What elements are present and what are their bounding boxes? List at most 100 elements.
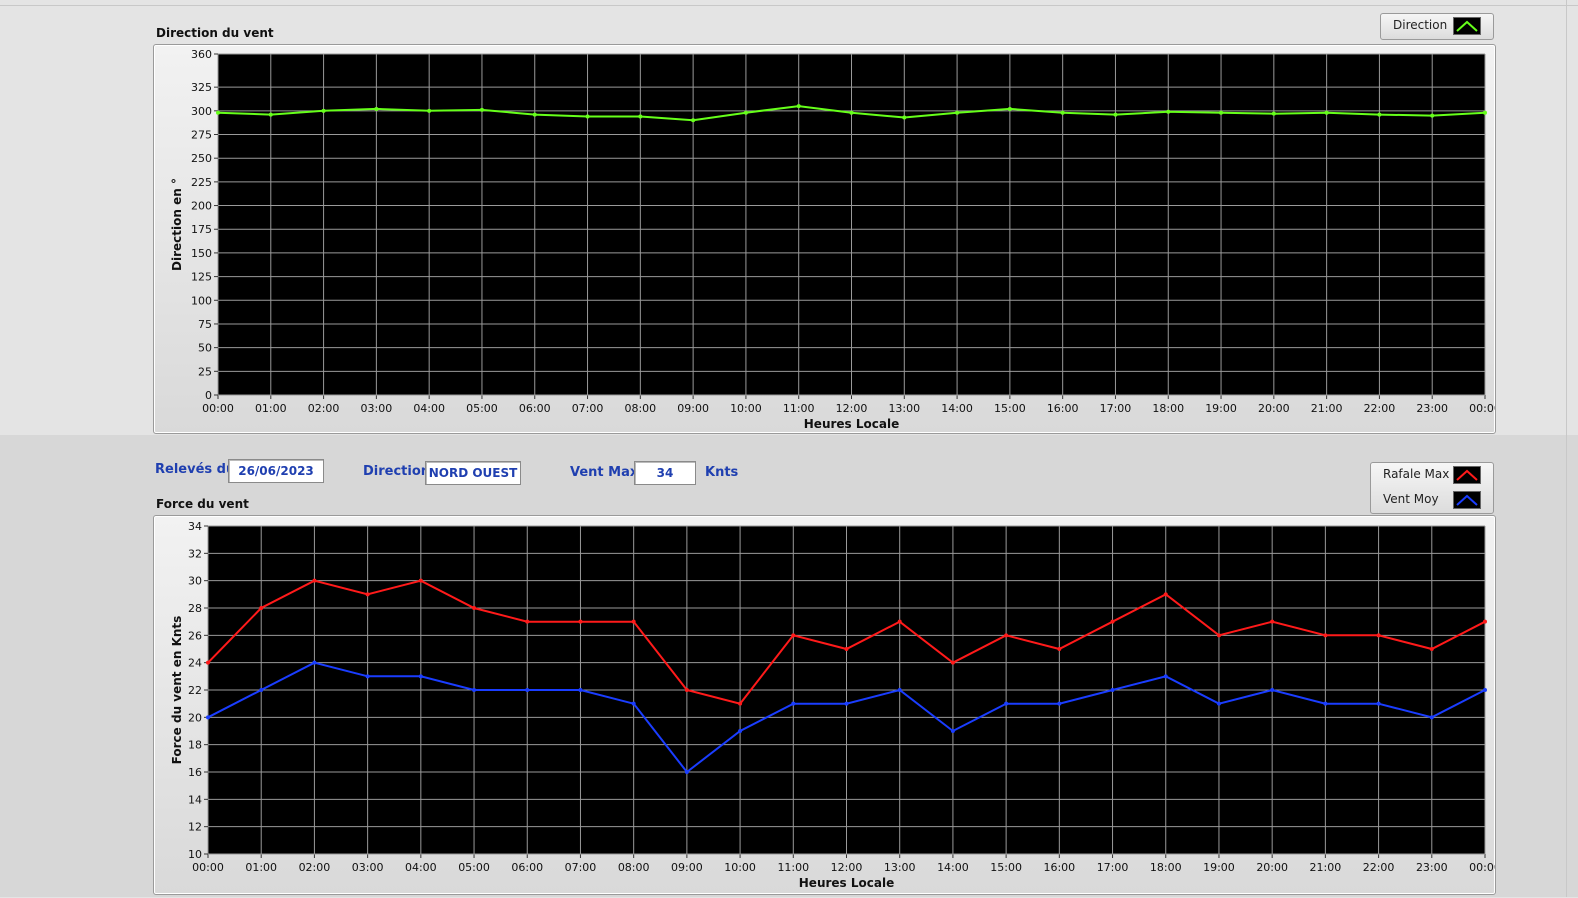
force-chart-x-tick-label: 14:00: [937, 861, 969, 874]
direction-chart-series-0-point: [638, 114, 643, 119]
unit-label: Knts: [705, 465, 739, 480]
force-chart-series-1-point: [844, 701, 849, 706]
force-chart-x-tick-label: 20:00: [1256, 861, 1288, 874]
force-chart-x-tick-label: 00:00: [192, 861, 224, 874]
direction-chart-y-tick-label: 200: [191, 200, 212, 213]
legend-item-direction[interactable]: Direction: [1381, 14, 1493, 38]
force-chart-series-1-point: [312, 660, 317, 665]
force-chart-series-0-point: [1429, 647, 1434, 651]
direction-chart-y-tick-label: 25: [198, 365, 212, 378]
force-chart-y-tick-label: 10: [188, 848, 202, 861]
line-swatch-icon: [1453, 466, 1481, 484]
force-chart-series-0-point: [1216, 633, 1221, 638]
direction-chart-series-0-point: [374, 106, 379, 111]
force-chart-series-0-point: [418, 578, 423, 583]
direction-chart-frame: 00:00 01:00 02:00 03:00 04:00 05:00 06:00 07:00…: [153, 44, 1501, 434]
force-chart-x-tick-label: 17:00: [1097, 861, 1129, 874]
direction-chart-x-tick-label: 16:00: [1047, 402, 1079, 415]
force-chart-series-1-point: [259, 688, 264, 692]
force-chart-series-1-point: [1004, 701, 1009, 706]
direction-chart-y-tick-label: 125: [191, 271, 212, 284]
line-swatch-icon: [1453, 491, 1481, 509]
direction-chart-series-0-point: [1324, 110, 1329, 115]
force-chart-y-tick-label: 30: [188, 575, 202, 588]
direction-chart-y-tick-label: 360: [191, 48, 212, 61]
legend-item-gust[interactable]: Rafale Max: [1371, 463, 1493, 487]
direction-chart-x-tick-label: 04:00: [413, 402, 445, 415]
direction-chart-x-tick-label: 00:00: [202, 402, 234, 415]
force-chart-series-0-point: [1323, 633, 1328, 638]
force-chart-x-tick-label: 11:00: [777, 861, 809, 874]
force-chart-x-tick-label: 05:00: [458, 861, 490, 874]
force-legend[interactable]: Rafale Max Vent Moy: [1370, 462, 1494, 514]
direction-chart-x-tick-label: 22:00: [1364, 402, 1396, 415]
force-chart-series-0-point: [525, 619, 530, 624]
direction-label: Direction: [363, 464, 431, 479]
date-label: Relevés du: [155, 462, 236, 477]
direction-chart-y-tick-label: 0: [205, 389, 212, 402]
direction-chart-x-tick-label: 21:00: [1311, 402, 1343, 415]
window-top-border: [0, 5, 1578, 6]
direction-chart-x-tick-label: 07:00: [572, 402, 604, 415]
force-chart-x-tick-label: 07:00: [565, 861, 597, 874]
direction-chart-series-0-point: [1483, 110, 1487, 115]
force-chart-x-tick-label: 02:00: [299, 861, 331, 874]
date-field[interactable]: 26/06/2023: [228, 459, 324, 483]
force-chart-x-tick-label: 18:00: [1150, 861, 1182, 874]
direction-chart-series-0-point: [1113, 112, 1118, 117]
direction-chart-y-tick-label: 225: [191, 176, 212, 189]
direction-chart-series-0-point: [216, 110, 220, 115]
force-chart-series-0-point: [1004, 633, 1009, 638]
direction-chart-series-0-point: [532, 112, 537, 117]
force-chart-series-0-point: [206, 660, 210, 665]
direction-chart-series-0-point: [796, 104, 801, 109]
direction-chart-y-tick-label: 250: [191, 152, 212, 165]
direction-chart-x-tick-label: 09:00: [677, 402, 709, 415]
legend-label-direction: Direction: [1393, 18, 1448, 32]
force-chart-series-1-point: [206, 715, 210, 720]
force-chart-x-tick-label: 08:00: [618, 861, 650, 874]
direction-chart-y-tick-label: 300: [191, 105, 212, 118]
direction-chart-x-tick-label: 18:00: [1152, 402, 1184, 415]
direction-chart-series-0-point: [479, 107, 484, 112]
force-chart: 00:00 01:00 02:00 03:00 04:00 05:00 06:00 07:00…: [170, 520, 1501, 890]
force-chart-series-0-point: [844, 647, 849, 651]
direction-chart-x-tick-label: 20:00: [1258, 402, 1290, 415]
force-chart-series-0-point: [259, 606, 264, 610]
window-right-border: [1566, 0, 1567, 897]
direction-chart-series-0-point: [1430, 113, 1435, 118]
direction-chart-x-tick-label: 05:00: [466, 402, 498, 415]
direction-chart-x-tick-label: 14:00: [941, 402, 973, 415]
force-chart-series-0-point: [1057, 647, 1062, 651]
force-chart-x-tick-label: 22:00: [1363, 861, 1395, 874]
direction-chart-series-0-point: [1271, 111, 1276, 116]
direction-chart-series-0-point: [268, 112, 273, 117]
force-chart-series-1-point: [1270, 688, 1275, 692]
force-chart-series-1-point: [791, 701, 796, 706]
direction-chart-series-0-point: [955, 110, 960, 115]
force-chart-x-tick-label: 01:00: [245, 861, 277, 874]
force-chart-y-tick-label: 22: [188, 684, 202, 697]
force-chart-series-0-point: [684, 688, 689, 692]
max-wind-field[interactable]: 34: [634, 461, 696, 485]
direction-chart-x-tick-label: 17:00: [1100, 402, 1132, 415]
direction-chart-y-tick-label: 325: [191, 81, 212, 94]
direction-chart-x-tick-label: 08:00: [624, 402, 656, 415]
force-chart-series-1-point: [897, 688, 902, 692]
direction-chart-x-tick-label: 23:00: [1416, 402, 1448, 415]
legend-label-gust: Rafale Max: [1383, 467, 1450, 481]
direction-chart-series-0-point: [1007, 106, 1012, 111]
force-chart-series-1-point: [365, 674, 370, 679]
direction-chart-y-tick-label: 175: [191, 223, 212, 236]
legend-item-mean[interactable]: Vent Moy: [1371, 488, 1493, 512]
direction-field[interactable]: NORD OUEST: [425, 461, 521, 485]
direction-chart-series-0-point: [902, 115, 907, 120]
force-chart-series-0-point: [1270, 619, 1275, 624]
force-chart-series-0-point: [897, 619, 902, 624]
direction-legend[interactable]: Direction: [1380, 13, 1494, 40]
direction-chart-x-tick-label: 11:00: [783, 402, 815, 415]
direction-chart-y-tick-label: 50: [198, 342, 212, 355]
force-chart-series-0-point: [738, 701, 743, 706]
force-chart-series-1-point: [1216, 701, 1221, 706]
direction-chart: 00:00 01:00 02:00 03:00 04:00 05:00 06:00 07:00…: [170, 48, 1501, 431]
